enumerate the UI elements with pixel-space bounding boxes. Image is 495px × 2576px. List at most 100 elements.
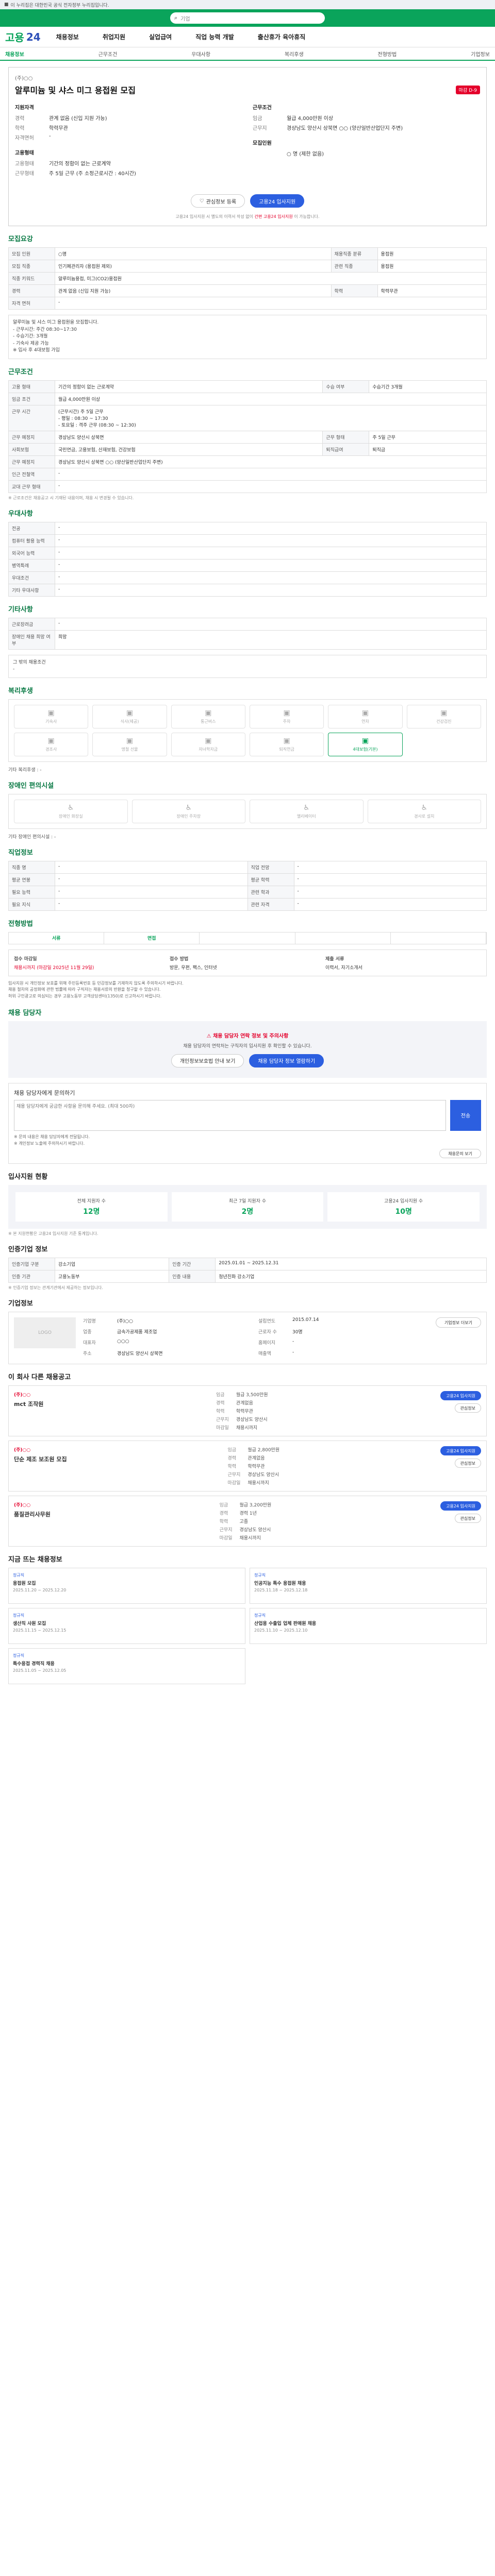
search-box[interactable]: ⌕ 기업: [170, 12, 325, 24]
tab-4[interactable]: 전형방법: [378, 50, 397, 58]
nav-item-0[interactable]: 채용정보: [56, 32, 79, 41]
meta-key: 학력: [227, 1464, 237, 1470]
similar-job-item[interactable]: (주)○○ mct 조작원 임금 월급 3,500만원 경력 관계없음 학력 학력무관 근무지 경…: [8, 1385, 487, 1437]
welfare-item: ▣ 4대보험(기본): [328, 732, 403, 756]
documents-label: 제출 서류: [325, 956, 344, 962]
view-contact-button[interactable]: 채용 담당자 정보 열람하기: [249, 1054, 324, 1067]
row-value: 경상남도 양산시 상북면: [54, 430, 323, 444]
row-value: 기간의 정함이 없는 근로계약: [54, 380, 323, 393]
popular-title[interactable]: 생산직 사원 모집: [13, 1620, 241, 1626]
similar-apply-button[interactable]: 고용24 입사지원: [440, 1391, 481, 1401]
summary-key: 근무지: [253, 126, 267, 131]
deadline-badge: 마감 D-9: [455, 85, 480, 94]
similar-title[interactable]: 단순 제조 보조원 모집: [14, 1455, 67, 1463]
similar-save-button[interactable]: 관심정보: [454, 1403, 481, 1413]
popular-title[interactable]: 용접원 모집: [13, 1580, 241, 1586]
inquiry-list-button[interactable]: 채용문의 보기: [439, 1149, 481, 1159]
job-summary: (주)○○ 알루미늄 및 샤스 미그 용접원 모집 마감 D-9 지원자격 경력…: [8, 67, 487, 226]
apply-button[interactable]: 고용24 입사지원: [250, 194, 305, 208]
process-bullet: 입사지원 시 개인정보 보호를 위해 주민등록번호 등 민감정보를 기재하지 않…: [8, 980, 184, 986]
popular-job-card[interactable]: 정규직 특수용접 경력직 채용 2025.11.05 ~ 2025.12.05: [8, 1648, 245, 1685]
save-interest-button[interactable]: ♡ 관심정보 등록: [190, 194, 245, 208]
inquiry-input[interactable]: [14, 1099, 446, 1131]
process-bullet: 채용 절차의 공정화에 관한 법률에 따라 구직자는 채용서류의 반환을 청구할…: [8, 987, 161, 992]
row-value: -: [55, 546, 487, 560]
popular-job-card[interactable]: 정규직 용접원 모집 2025.11.20 ~ 2025.12.20: [8, 1568, 245, 1604]
row-key-2: 수습 여부: [322, 380, 370, 393]
meta-key: 임금: [216, 1393, 225, 1398]
popular-job-card[interactable]: 정규직 산업용 수출입 업체 판매원 채용 2025.11.10 ~ 2025.12…: [250, 1608, 487, 1645]
similar-title[interactable]: 품질관리사무원: [14, 1510, 51, 1518]
welfare-item: ▣ 경조사: [14, 732, 89, 756]
stat-value: 10명: [395, 1208, 412, 1216]
meta-value: 학력무관: [236, 1409, 253, 1415]
tab-1[interactable]: 근무조건: [98, 50, 118, 58]
nav-item-4[interactable]: 출산휴가 육아휴직: [258, 32, 306, 41]
search-icon[interactable]: ⌕: [174, 14, 177, 22]
stat-value: 2명: [241, 1208, 254, 1216]
welfare-label: 자녀학자금: [199, 747, 218, 752]
tab-0[interactable]: 채용정보: [5, 50, 24, 58]
nav-item-2[interactable]: 실업급여: [149, 32, 172, 41]
welfare-item: ▣ 퇴직연금: [249, 732, 324, 756]
company-value: (주)○○: [117, 1319, 134, 1325]
inquiry-send-button[interactable]: 전송: [450, 1099, 481, 1131]
popular-title[interactable]: 특수용접 경력직 채용: [13, 1660, 241, 1667]
row-key: 모집 인원: [8, 247, 55, 260]
row-key-2: 인증 내용: [169, 1270, 216, 1283]
search-input[interactable]: 기업: [180, 14, 190, 22]
summary-key: 근무형태: [15, 171, 34, 177]
similar-apply-button[interactable]: 고용24 입사지원: [440, 1446, 481, 1456]
popular-job-card[interactable]: 정규직 인공지능 특수 용접원 채용 2025.11.18 ~ 2025.12.18: [250, 1568, 487, 1604]
row-value: (근무시간) 주 5일 근무 - 평일 : 08:30 ~ 17:30 - 토요…: [55, 404, 487, 431]
row-value: -: [55, 897, 248, 911]
row-value: 강소기업: [54, 1258, 170, 1271]
welfare-icon: ▣: [126, 736, 134, 745]
table-row: 근로장려금 -: [8, 617, 487, 631]
row-value-2: 주 5일 근무: [369, 430, 487, 444]
facility-item: ♿ 장애인 화장실: [14, 799, 128, 823]
privacy-guide-button[interactable]: 개인정보보호법 안내 보기: [171, 1054, 244, 1067]
summary-value: 주 5일 근무 (주 소정근로시간 : 40시간): [49, 171, 136, 177]
site-logo[interactable]: 고용 24: [5, 29, 41, 44]
similar-title[interactable]: mct 조작원: [14, 1400, 43, 1408]
meta-key: 마감일: [216, 1426, 229, 1431]
company-name[interactable]: (주)○○: [15, 74, 480, 81]
top-header: ⌕ 기업: [0, 9, 495, 27]
similar-apply-button[interactable]: 고용24 입사지원: [440, 1501, 481, 1511]
row-value-2: -: [293, 860, 487, 874]
table-row: 직종 명 - 직업 전망 -: [8, 860, 487, 874]
popular-title[interactable]: 산업용 수출입 업체 판매원 채용: [254, 1620, 482, 1626]
nav-item-3[interactable]: 직업 능력 개발: [195, 32, 234, 41]
similar-job-item[interactable]: (주)○○ 단순 제조 보조원 모집 임금 월급 2,800만원 경력 관계없음 학력 학력무…: [8, 1440, 487, 1492]
row-value-2: -: [293, 897, 487, 911]
popular-job-card[interactable]: 정규직 생산직 사원 모집 2025.11.15 ~ 2025.12.15: [8, 1608, 245, 1645]
similar-save-button[interactable]: 관심정보: [454, 1459, 481, 1468]
nav-item-1[interactable]: 취업지원: [103, 32, 125, 41]
welfare-item: ▣ 명절 선물: [92, 732, 167, 756]
tab-3[interactable]: 복리후생: [285, 50, 304, 58]
recruit-table: 모집 인원 ○명 채용직종 분류 용접원 모집 직종 인기폐관리자 (용접원 제외) 관련 …: [8, 247, 487, 310]
table-row: 인증 기관 고용노동부 인증 내용 청년친화 강소기업: [8, 1270, 487, 1283]
detail-tabs: 채용정보 근무조건 우대사항 복리후생 전형방법 기업정보: [0, 47, 495, 61]
company-value: 금속가공제품 제조업: [117, 1330, 157, 1335]
summary-key: 자격면허: [15, 135, 34, 141]
welfare-label: 명절 선물: [121, 747, 138, 752]
welfare-icon: ▣: [440, 708, 448, 717]
row-key: 전공: [8, 521, 55, 535]
tab-2[interactable]: 우대사항: [191, 50, 210, 58]
similar-job-item[interactable]: (주)○○ 품질관리사무원 임금 월급 3,200만원 경력 경력 1년 학력 고졸 근무지 경상…: [8, 1496, 487, 1547]
process-bullet: 허위 구인광고로 의심되는 경우 고용노동부 고객상담센터(1350)로 신고하…: [8, 994, 162, 999]
welfare-icon: ▣: [283, 736, 290, 745]
company-more-button[interactable]: 기업정보 더보기: [435, 1317, 481, 1328]
popular-title[interactable]: 인공지능 특수 용접원 채용: [254, 1580, 482, 1586]
row-key: 직종 키워드: [8, 272, 55, 285]
row-value: -: [55, 467, 487, 481]
tab-5[interactable]: 기업정보: [471, 50, 490, 58]
meta-key: 학력: [216, 1409, 225, 1415]
row-value-2: 청년친화 강소기업: [215, 1270, 487, 1283]
table-row: 모집 직종 인기폐관리자 (용접원 제외) 관련 직종 용접원: [8, 260, 487, 273]
similar-save-button[interactable]: 관심정보: [454, 1514, 481, 1523]
welfare-label: 식사(제공): [120, 719, 139, 724]
inquiry-box: 채용 담당자에게 문의하기 전송 ※ 문의 내용은 채용 담당자에게 전달됩니다…: [8, 1082, 487, 1164]
